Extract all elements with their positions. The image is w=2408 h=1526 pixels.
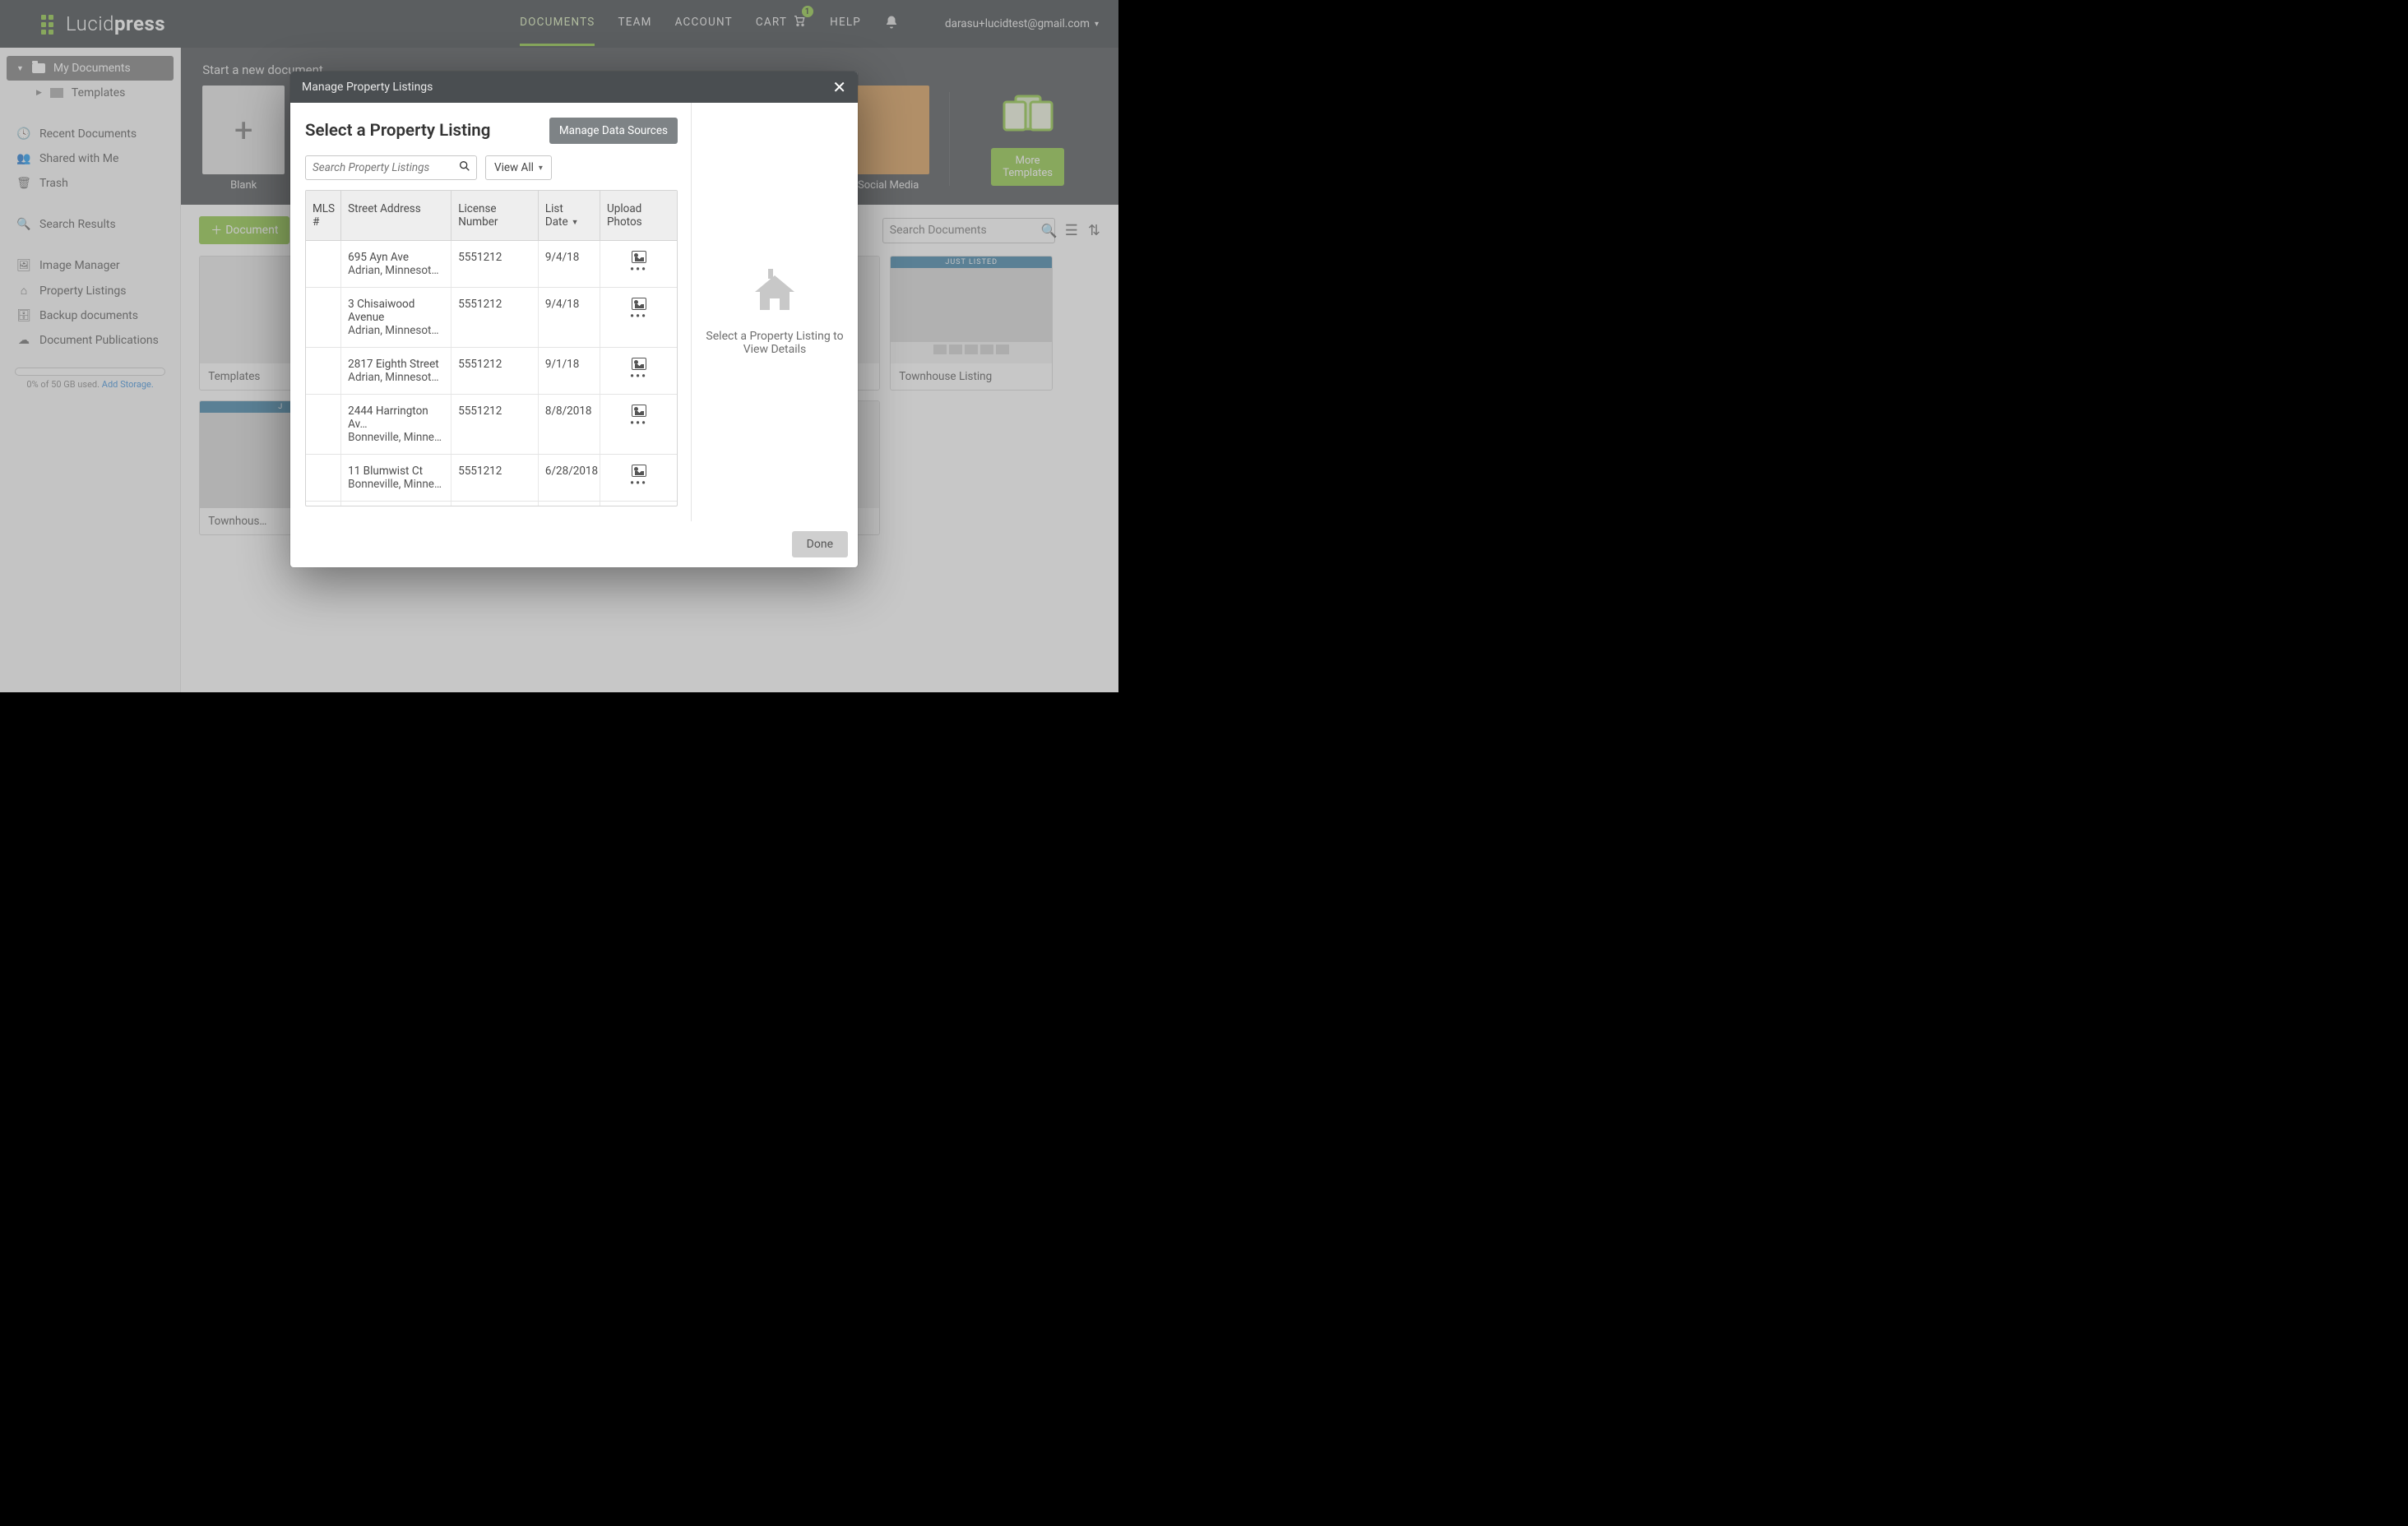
cell-date: 9/1/18: [538, 348, 600, 395]
dropdown-label: View All: [494, 161, 534, 174]
manage-data-sources-button[interactable]: Manage Data Sources: [549, 118, 678, 144]
col-address[interactable]: Street Address: [341, 191, 452, 241]
search-icon: [458, 160, 471, 176]
cell-upload: •••: [600, 288, 677, 348]
cell-mls: [306, 288, 341, 348]
col-mls[interactable]: MLS #: [306, 191, 341, 241]
cell-address: 2817 Eighth StreetAdrian, Minnesota 5…: [341, 348, 452, 395]
cell-license: 5551212: [452, 395, 539, 455]
cell-upload: •••: [600, 395, 677, 455]
image-icon[interactable]: [632, 251, 646, 263]
cell-upload: •••: [600, 348, 677, 395]
modal-footer: Done: [290, 521, 858, 567]
more-icon[interactable]: •••: [630, 422, 647, 427]
cell-date: 9/4/18: [538, 288, 600, 348]
cell-license: 5551212: [452, 241, 539, 288]
cell-address: 317 Calico AvenueAdrian, Minnesota 5…: [341, 502, 452, 507]
search-listings-input[interactable]: [313, 161, 458, 174]
view-all-dropdown[interactable]: View All: [485, 155, 552, 180]
property-listings-modal: Manage Property Listings ✕ Select a Prop…: [290, 72, 858, 567]
cell-license: 5551212: [452, 288, 539, 348]
more-icon[interactable]: •••: [630, 315, 647, 320]
cell-date: 6/27/18: [538, 502, 600, 507]
image-icon[interactable]: [632, 405, 646, 417]
col-list-date[interactable]: List Date: [538, 191, 600, 241]
letterbox: [0, 692, 1118, 715]
cell-mls: [306, 348, 341, 395]
table-row[interactable]: 2444 Harrington Av…Bonneville, Minnes…55…: [306, 395, 677, 455]
modal-detail-pane: Select a Property Listing to View Detail…: [692, 103, 858, 521]
col-license[interactable]: License Number: [452, 191, 539, 241]
cell-mls: [306, 395, 341, 455]
cell-mls: [306, 455, 341, 502]
cell-date: 9/4/18: [538, 241, 600, 288]
table-row[interactable]: 11 Blumwist CtBonneville, Minnes…5551212…: [306, 455, 677, 502]
table-row[interactable]: 2817 Eighth StreetAdrian, Minnesota 5…55…: [306, 348, 677, 395]
image-icon[interactable]: [632, 358, 646, 370]
modal-left-pane: Select a Property Listing Manage Data So…: [290, 103, 692, 521]
cell-license: 5551212: [452, 502, 539, 507]
done-button[interactable]: Done: [792, 531, 848, 557]
cell-address: 11 Blumwist CtBonneville, Minnes…: [341, 455, 452, 502]
table-header: MLS # Street Address License Number List…: [306, 191, 677, 241]
cell-address: 3 Chisaiwood AvenueAdrian, Minnesota 5…: [341, 288, 452, 348]
image-icon[interactable]: [632, 465, 646, 477]
cell-date: 8/8/2018: [538, 395, 600, 455]
table-row[interactable]: 3 Chisaiwood AvenueAdrian, Minnesota 5…5…: [306, 288, 677, 348]
cell-upload: •••: [600, 241, 677, 288]
listings-table: MLS # Street Address License Number List…: [305, 190, 678, 506]
cell-address: 2444 Harrington Av…Bonneville, Minnes…: [341, 395, 452, 455]
table-row[interactable]: 695 Ayn AveAdrian, Minnesota 5…55512129/…: [306, 241, 677, 288]
more-icon[interactable]: •••: [630, 268, 647, 273]
close-icon[interactable]: ✕: [832, 79, 846, 95]
cell-mls: [306, 502, 341, 507]
modal-titlebar: Manage Property Listings ✕: [290, 72, 858, 103]
cell-mls: [306, 241, 341, 288]
cell-upload: •••: [600, 455, 677, 502]
table-row[interactable]: 317 Calico AvenueAdrian, Minnesota 5…555…: [306, 502, 677, 507]
house-icon: [748, 269, 801, 318]
more-icon[interactable]: •••: [630, 482, 647, 487]
image-icon[interactable]: [632, 298, 646, 310]
cell-license: 5551212: [452, 348, 539, 395]
col-upload[interactable]: Upload Photos: [600, 191, 677, 241]
search-listings[interactable]: [305, 155, 477, 180]
cell-address: 695 Ayn AveAdrian, Minnesota 5…: [341, 241, 452, 288]
cell-upload: •••: [600, 502, 677, 507]
cell-date: 6/28/2018: [538, 455, 600, 502]
modal-title: Manage Property Listings: [302, 81, 433, 94]
cell-license: 5551212: [452, 455, 539, 502]
detail-prompt: Select a Property Listing to View Detail…: [703, 330, 846, 356]
modal-heading: Select a Property Listing: [305, 121, 490, 141]
more-icon[interactable]: •••: [630, 375, 647, 380]
